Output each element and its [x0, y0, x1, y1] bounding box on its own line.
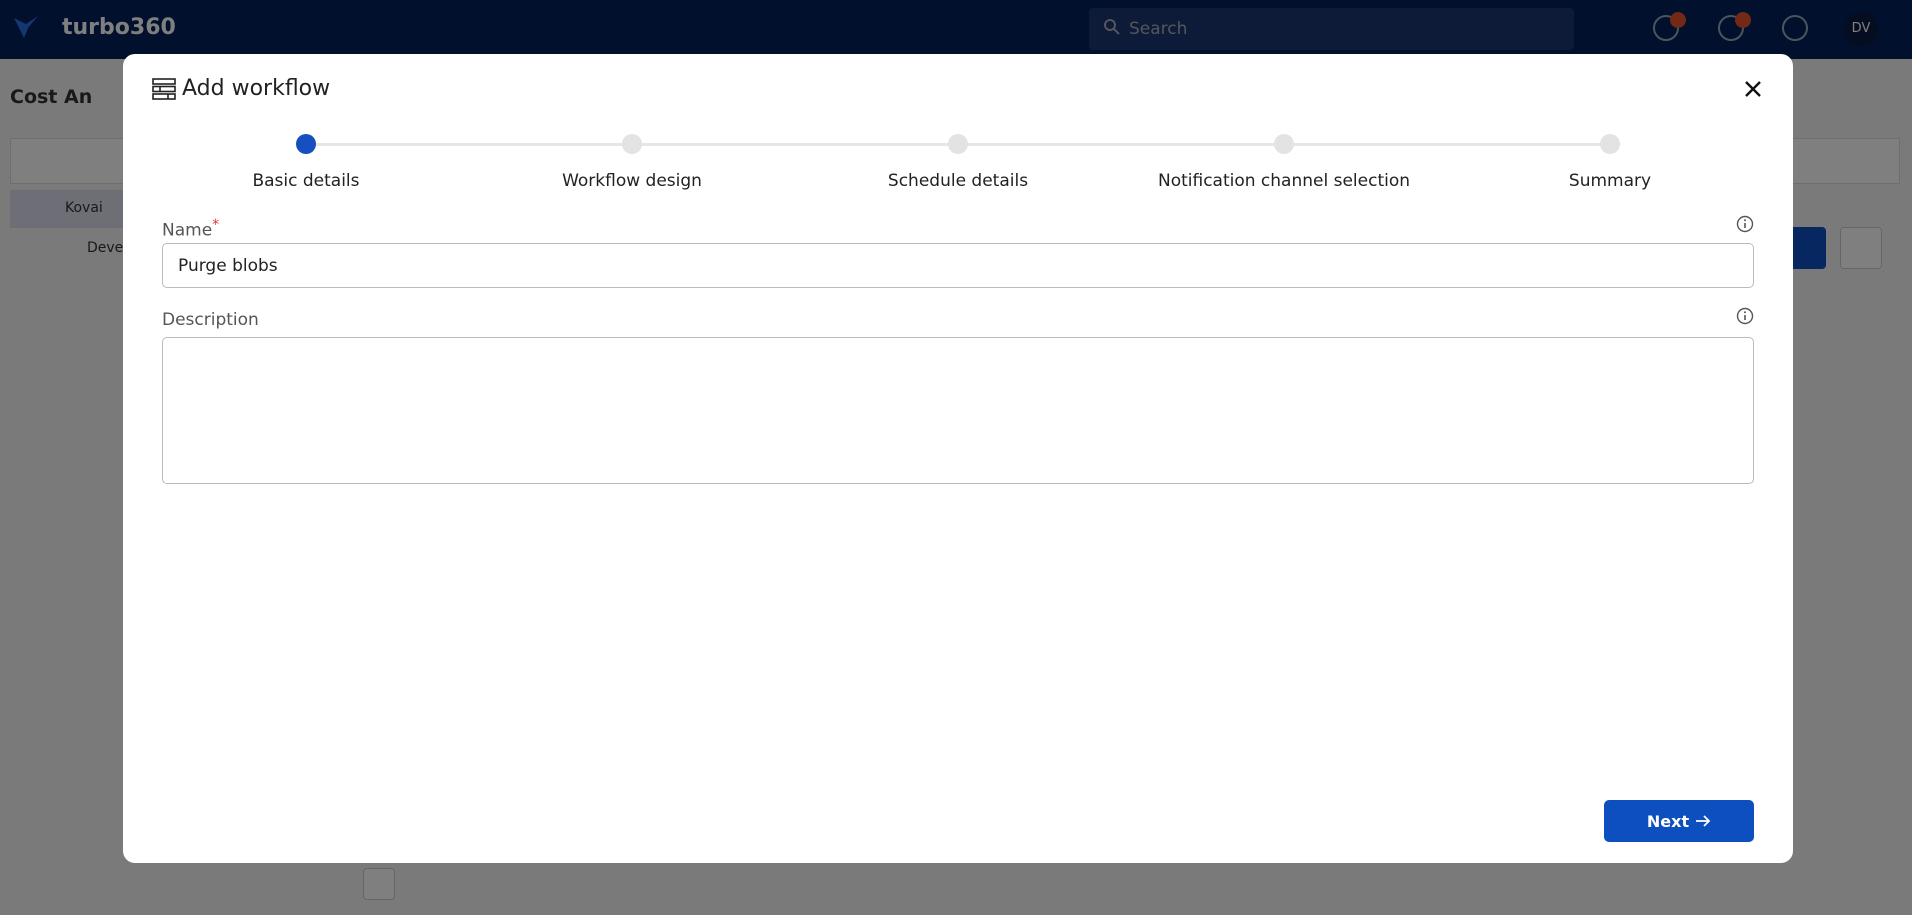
name-input[interactable]: [162, 243, 1754, 288]
dialog-title: Add workflow: [182, 76, 331, 101]
dialog-header: Add workflow: [152, 76, 330, 101]
step-dot: [1274, 134, 1294, 154]
step-dot: [622, 134, 642, 154]
info-icon[interactable]: [1736, 307, 1754, 325]
next-button[interactable]: Next: [1604, 800, 1754, 842]
step-schedule-details[interactable]: Schedule details: [808, 134, 1108, 191]
step-dot: [296, 134, 316, 154]
required-mark: *: [212, 217, 220, 233]
step-workflow-design[interactable]: Workflow design: [482, 134, 782, 191]
step-dot: [1600, 134, 1620, 154]
description-label: Description: [162, 310, 259, 330]
description-textarea[interactable]: [162, 337, 1754, 484]
workflow-icon: [152, 77, 176, 100]
arrow-right-icon: [1696, 815, 1711, 827]
close-icon[interactable]: [1740, 76, 1766, 102]
step-dot: [948, 134, 968, 154]
add-workflow-dialog: Add workflow Basic details Workflow desi…: [123, 54, 1793, 863]
info-icon[interactable]: [1736, 215, 1754, 233]
step-notification-channel-selection[interactable]: Notification channel selection: [1134, 134, 1434, 191]
step-summary[interactable]: Summary: [1460, 134, 1760, 191]
step-basic-details[interactable]: Basic details: [156, 134, 456, 191]
name-label: Name*: [162, 217, 220, 241]
